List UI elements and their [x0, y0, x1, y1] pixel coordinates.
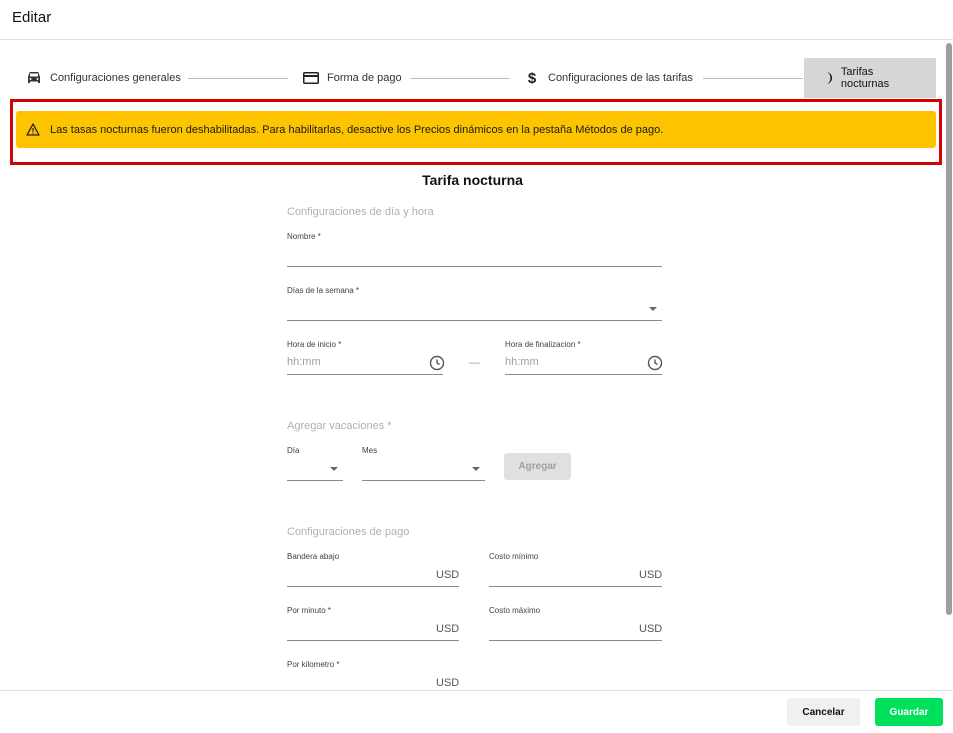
- currency-suffix: USD: [639, 569, 663, 581]
- step-connector: [188, 78, 288, 79]
- step-connector: [703, 78, 803, 79]
- currency-suffix: USD: [436, 569, 460, 581]
- form-title: Tarifa nocturna: [422, 172, 523, 188]
- end-time-input[interactable]: hh:mm: [505, 356, 539, 368]
- min-cost-label: Costo mínimo: [489, 552, 539, 561]
- name-input[interactable]: [287, 266, 662, 267]
- clock-icon[interactable]: [429, 355, 445, 371]
- alert-text: Las tasas nocturnas fueron deshabilitada…: [50, 123, 664, 136]
- step-night-rates[interactable]: Tarifas nocturnas: [804, 58, 936, 98]
- step-connector: [410, 78, 510, 79]
- day-label: Día: [287, 446, 300, 455]
- holidays-section-title: Agregar vacaciones *: [287, 420, 392, 432]
- day-select[interactable]: [287, 480, 343, 481]
- dialog-header: Editar: [0, 0, 953, 40]
- step-label: Tarifas nocturnas: [840, 66, 890, 90]
- clock-icon[interactable]: [647, 355, 663, 371]
- weekdays-label: Días de la semana *: [287, 286, 360, 295]
- chevron-down-icon: [472, 467, 480, 471]
- dollar-icon: $: [527, 69, 537, 87]
- moon-icon: [818, 68, 838, 88]
- credit-card-icon: [301, 68, 321, 88]
- max-cost-label: Costo máximo: [489, 606, 541, 615]
- time-range-separator: —: [469, 357, 480, 369]
- month-select[interactable]: [362, 480, 485, 481]
- min-cost-input[interactable]: [489, 586, 662, 587]
- end-time-underline: [505, 374, 662, 375]
- step-fare-settings[interactable]: $ Configuraciones de las tarifas: [522, 58, 693, 98]
- cancel-button[interactable]: Cancelar: [787, 698, 860, 726]
- name-label: Nombre *: [287, 232, 321, 241]
- per-km-label: Por kilometro *: [287, 660, 340, 669]
- per-minute-input[interactable]: [287, 640, 459, 641]
- currency-suffix: USD: [436, 677, 460, 689]
- add-holiday-button[interactable]: Agregar: [504, 453, 571, 480]
- scrollbar-thumb[interactable]: [946, 43, 952, 615]
- month-label: Mes: [362, 446, 378, 455]
- payment-section-title: Configuraciones de pago: [287, 526, 410, 538]
- schedule-section-title: Configuraciones de día y hora: [287, 206, 434, 218]
- start-time-input[interactable]: hh:mm: [287, 356, 321, 368]
- max-cost-input[interactable]: [489, 640, 662, 641]
- warning-icon: [26, 122, 42, 138]
- save-button[interactable]: Guardar: [875, 698, 943, 726]
- end-time-label: Hora de finalizacion *: [505, 340, 581, 349]
- flag-down-label: Bandera abajo: [287, 552, 340, 561]
- flag-down-input[interactable]: [287, 586, 459, 587]
- per-minute-label: Por minuto *: [287, 606, 332, 615]
- scrollbar[interactable]: [945, 41, 953, 690]
- weekdays-select[interactable]: [287, 320, 662, 321]
- step-label: Configuraciones generales: [50, 72, 181, 84]
- night-rates-disabled-alert: Las tasas nocturnas fueron deshabilitada…: [16, 111, 936, 148]
- chevron-down-icon: [330, 467, 338, 471]
- start-time-label: Hora de inicio *: [287, 340, 342, 349]
- step-general-settings[interactable]: Configuraciones generales: [24, 58, 181, 98]
- currency-suffix: USD: [639, 623, 663, 635]
- start-time-underline: [287, 374, 443, 375]
- step-label: Configuraciones de las tarifas: [548, 72, 693, 84]
- dialog-title: Editar: [12, 9, 52, 26]
- step-label: Forma de pago: [327, 72, 402, 84]
- currency-suffix: USD: [436, 623, 460, 635]
- chevron-down-icon: [649, 307, 657, 311]
- stepper: Configuraciones generales Forma de pago …: [0, 58, 945, 98]
- step-payment-method[interactable]: Forma de pago: [301, 58, 402, 98]
- car-icon: [24, 68, 44, 88]
